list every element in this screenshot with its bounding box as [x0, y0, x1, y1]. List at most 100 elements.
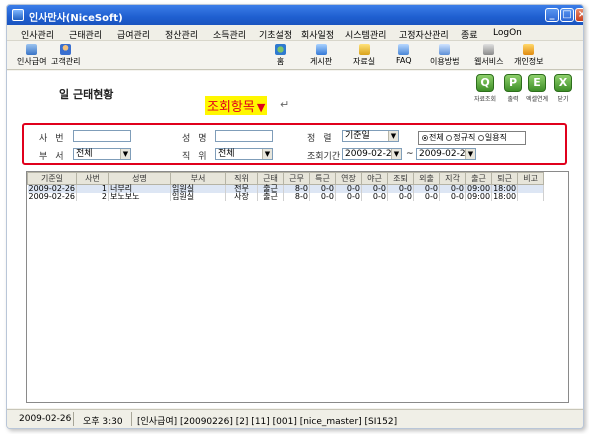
- print-button[interactable]: P 출력: [501, 74, 525, 103]
- col-header[interactable]: 근태: [257, 172, 284, 185]
- cell-outing: 0-0: [413, 193, 440, 201]
- col-header[interactable]: 야근: [361, 172, 388, 185]
- toolbar-web-service-button[interactable]: 웹서비스: [474, 44, 503, 67]
- emp-no-input[interactable]: [73, 130, 131, 142]
- position-label: 직위: [182, 152, 215, 162]
- date-from-select[interactable]: 2009-02-26 ▼: [342, 148, 402, 160]
- excel-export-button[interactable]: E 엑셀연계: [525, 74, 549, 103]
- dept-select[interactable]: 전체 ▼: [73, 148, 131, 160]
- position-value: 전체: [218, 149, 235, 159]
- cell-check-in: 09:00: [465, 192, 493, 201]
- cell-dept: 임원실: [170, 193, 226, 201]
- position-select[interactable]: 전체 ▼: [215, 148, 273, 160]
- close-button[interactable]: ×: [575, 8, 583, 22]
- col-header[interactable]: 부서: [170, 172, 226, 185]
- table-row[interactable]: 2009-02-26 2 보노보노 임원실 사장 출근 8-0 0-0 0-0 …: [27, 192, 545, 201]
- board-icon: [315, 44, 327, 55]
- close-form-button[interactable]: X 닫기: [551, 74, 575, 103]
- menu-attendance[interactable]: 근태관리: [69, 28, 102, 41]
- radio-label: 정규직: [453, 133, 476, 142]
- toolbar-guide-button[interactable]: 이용방법: [430, 44, 459, 67]
- sort-select[interactable]: 기준일 ▼: [342, 130, 399, 142]
- toolbar: 인사급여 고객관리 홈 게시판 자료실 FAQ 이용방법 웹서비스 개인정보: [7, 42, 583, 70]
- menu-exit[interactable]: 종료: [461, 28, 478, 41]
- col-header[interactable]: 특근: [309, 172, 336, 185]
- app-icon: [12, 9, 24, 21]
- period-label: 조회기간: [307, 152, 341, 162]
- privacy-icon: [523, 44, 535, 55]
- date-to-select[interactable]: 2009-02-26 ▼: [416, 148, 476, 160]
- toolbar-board-button[interactable]: 게시판: [310, 44, 332, 67]
- window-title: 인사만사(NiceSoft): [29, 13, 123, 24]
- menu-payroll[interactable]: 급여관리: [117, 28, 150, 41]
- col-header[interactable]: 기준일: [27, 172, 77, 185]
- cell-emp-no: 2: [76, 193, 109, 201]
- app-window: 인사만사(NiceSoft) _ □ × 인사관리 근태관리 급여관리 정산관리…: [6, 4, 584, 429]
- action-label: 엑셀연계: [525, 96, 549, 103]
- return-mark-icon: ↵: [280, 98, 290, 111]
- toolbar-customer-button[interactable]: 고객관리: [51, 44, 80, 67]
- radio-daily[interactable]: 일용직: [477, 133, 507, 142]
- toolbar-label: 자료실: [353, 57, 376, 66]
- menu-settlement[interactable]: 정산관리: [165, 28, 198, 41]
- faq-icon: [398, 44, 410, 55]
- sort-value: 기준일: [345, 131, 370, 141]
- radio-icon: [422, 134, 428, 141]
- menu-basic-settings[interactable]: 기초설정: [259, 28, 292, 41]
- col-header[interactable]: 출근: [464, 172, 493, 185]
- col-header[interactable]: 조퇴: [387, 172, 414, 185]
- col-header[interactable]: 외출: [413, 172, 440, 185]
- action-label: 자료조회: [473, 96, 497, 103]
- col-header[interactable]: 퇴근: [491, 172, 519, 185]
- cell-night: 0-0: [361, 193, 388, 201]
- dept-label: 부서: [39, 152, 72, 162]
- menu-logon[interactable]: LogOn: [493, 28, 522, 38]
- date-to-value: 2009-02-26: [419, 149, 472, 159]
- cell-date: 2009-02-26: [27, 192, 77, 201]
- cell-attendance: 출근: [257, 193, 284, 201]
- search-panel: 사번 성명 정렬 기준일 ▼ 전체 정규직 일용직 부서 전체 ▼ 직위 전체 ▼ 조…: [22, 123, 567, 165]
- menu-hr[interactable]: 인사관리: [21, 28, 54, 41]
- action-label: 닫기: [557, 96, 569, 103]
- employment-type-radio-group: 전체 정규직 일용직: [418, 131, 526, 145]
- col-header[interactable]: 비고: [517, 172, 545, 185]
- toolbar-home-button[interactable]: 홈: [275, 44, 286, 67]
- toolbar-faq-button[interactable]: FAQ: [396, 44, 412, 65]
- col-header[interactable]: 성명: [108, 172, 171, 185]
- page-title: 일 근태현황: [59, 88, 114, 101]
- col-header[interactable]: 지각: [439, 172, 466, 185]
- radio-regular[interactable]: 정규직: [446, 133, 475, 142]
- cell-special: 0-0: [309, 193, 336, 201]
- minimize-button[interactable]: _: [545, 8, 559, 22]
- status-date: 2009-02-26: [19, 414, 72, 424]
- status-divider: [131, 412, 132, 426]
- menu-system[interactable]: 시스템관리: [345, 28, 386, 41]
- cell-check-out: 18:00: [491, 192, 519, 201]
- maximize-button[interactable]: □: [560, 8, 574, 22]
- search-data-button[interactable]: Q 자료조회: [473, 74, 497, 103]
- radio-all[interactable]: 전체: [422, 133, 444, 142]
- menu-income[interactable]: 소득관리: [213, 28, 246, 41]
- name-input[interactable]: [215, 130, 273, 142]
- cell-note: [517, 184, 545, 193]
- down-arrow-icon: ▼: [256, 101, 266, 114]
- guide-icon: [439, 44, 451, 55]
- col-header[interactable]: 연장: [335, 172, 362, 185]
- col-header[interactable]: 사번: [76, 172, 109, 185]
- col-header[interactable]: 직위: [225, 172, 258, 185]
- toolbar-label: 인사급여: [17, 57, 47, 66]
- toolbar-label: 고객관리: [51, 57, 81, 66]
- cell-note: [517, 193, 545, 201]
- toolbar-label: 이용방법: [430, 57, 460, 66]
- date-separator: ~: [406, 149, 414, 159]
- cell-position: 사장: [225, 193, 258, 201]
- col-header[interactable]: 근무: [283, 172, 310, 185]
- menu-fixed-assets[interactable]: 고정자산관리: [399, 28, 449, 41]
- library-icon: [358, 44, 370, 55]
- toolbar-privacy-button[interactable]: 개인정보: [514, 44, 543, 67]
- status-divider: [73, 412, 74, 426]
- menu-company-schedule[interactable]: 회사일정: [301, 28, 334, 41]
- attendance-grid[interactable]: 기준일 사번 성명 부서 직위 근태 근무 특근 연장 야근 조퇴 외출 지각 …: [26, 171, 569, 403]
- toolbar-library-button[interactable]: 자료실: [353, 44, 375, 67]
- toolbar-payroll-button[interactable]: 인사급여: [17, 44, 46, 67]
